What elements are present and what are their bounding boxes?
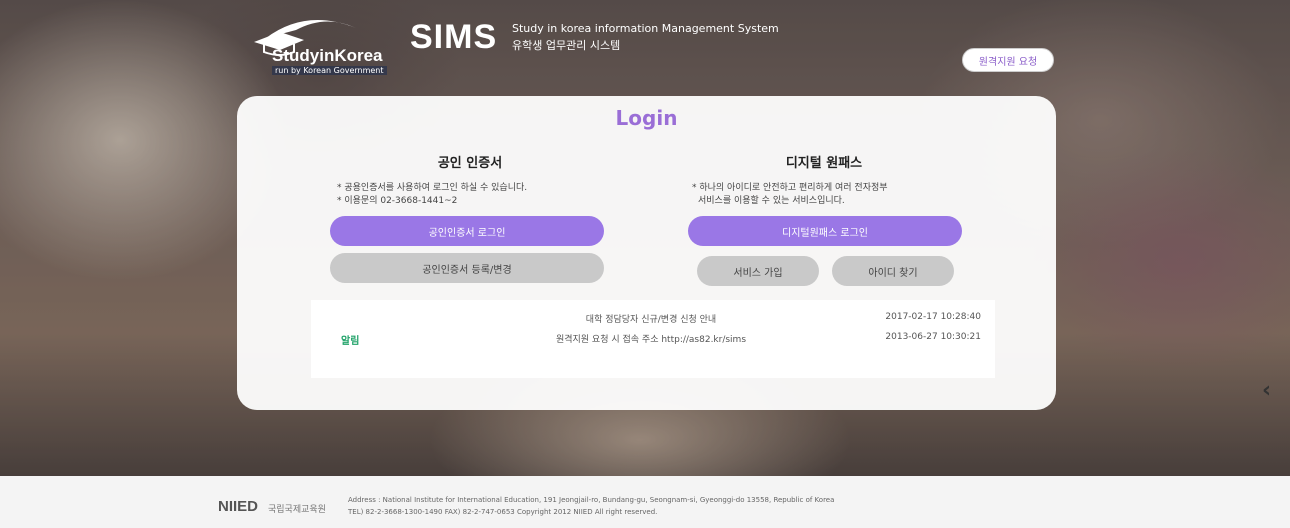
footer-contact: TEL) 82-2-3668-1300-1490 FAX) 82-2-747-0… — [348, 508, 658, 516]
notice-title[interactable]: 대학 정담당자 신규/변경 신청 안내 — [461, 312, 841, 325]
logo-subtitle: run by Korean Government — [272, 66, 387, 75]
sims-english-name: Study in korea information Management Sy… — [512, 22, 779, 35]
notice-box: 알림 대학 정담당자 신규/변경 신청 안내 2017-02-17 10:28:… — [311, 300, 995, 378]
sims-korean-name: 유학생 업무관리 시스템 — [512, 39, 621, 52]
remote-support-request-button[interactable]: 원격지원 요청 — [962, 48, 1054, 72]
footer-address: Address : National Institute for Interna… — [348, 496, 835, 504]
notice-title[interactable]: 원격지원 요청 시 접속 주소 http://as82.kr/sims — [461, 332, 841, 345]
sims-title: SIMS — [410, 18, 498, 56]
niied-logo: NIIED — [218, 498, 259, 515]
notice-row[interactable]: 대학 정담당자 신규/변경 신청 안내 2017-02-17 10:28:40 — [311, 312, 995, 328]
cert-heading: 공인 인증서 — [437, 156, 503, 171]
login-panel: Login 공인 인증서 * 공용인증서를 사용하여 로그인 하실 수 있습니다… — [237, 96, 1056, 410]
chevron-left-icon[interactable]: ‹ — [1262, 378, 1271, 403]
cert-login-button[interactable]: 공인인증서 로그인 — [330, 216, 604, 246]
onepass-note-2: 서비스를 이용할 수 있는 서비스입니다. — [698, 196, 845, 206]
notice-date: 2013-06-27 10:30:21 — [885, 332, 981, 342]
cert-register-button[interactable]: 공인인증서 등록/변경 — [330, 253, 604, 283]
logo-title[interactable]: StudyinKorea — [272, 46, 383, 66]
footer: NIIED 국립국제교육원 Address : National Institu… — [0, 476, 1290, 528]
find-id-button[interactable]: 아이디 찾기 — [832, 256, 954, 286]
onepass-heading: 디지털 원패스 — [785, 156, 863, 171]
notice-row[interactable]: 원격지원 요청 시 접속 주소 http://as82.kr/sims 2013… — [311, 332, 995, 348]
onepass-note-1: * 하나의 아이디로 안전하고 편리하게 여러 전자정부 — [692, 183, 888, 193]
cert-note-2: * 이용문의 02-3668-1441~2 — [337, 196, 458, 206]
login-title: Login — [615, 106, 678, 130]
notice-date: 2017-02-17 10:28:40 — [885, 312, 981, 322]
onepass-login-button[interactable]: 디지털원패스 로그인 — [688, 216, 962, 246]
service-signup-button[interactable]: 서비스 가입 — [697, 256, 819, 286]
niied-korean-name: 국립국제교육원 — [268, 505, 326, 515]
cert-note-1: * 공용인증서를 사용하여 로그인 하실 수 있습니다. — [337, 183, 528, 193]
